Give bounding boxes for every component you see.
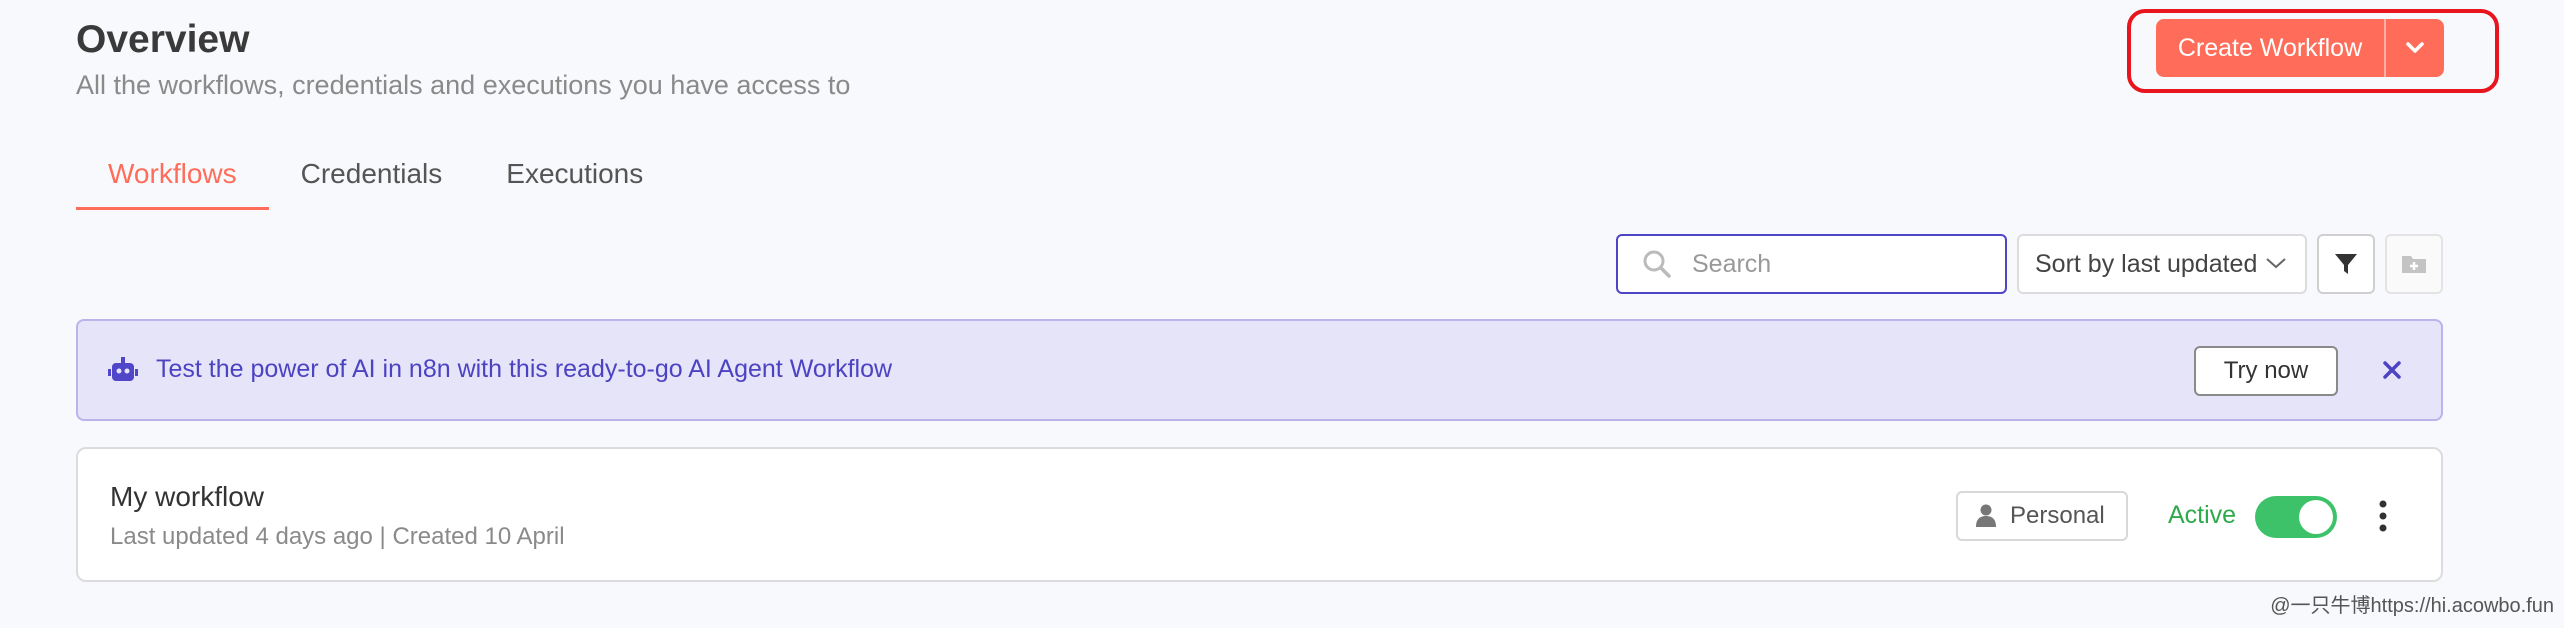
tab-workflows[interactable]: Workflows [76,150,269,210]
kebab-menu-icon[interactable] [2378,499,2388,533]
robot-icon [108,357,138,381]
workflow-meta: Last updated 4 days ago | Created 10 Apr… [110,523,565,550]
owner-badge: Personal [1956,491,2128,541]
search-icon [1643,250,1671,278]
search-input[interactable] [1692,249,1992,279]
overview-page: Overview All the workflows, credentials … [0,0,2564,628]
sort-select-value: Sort by last updated [2035,249,2258,278]
chevron-down-icon [2406,42,2424,53]
toggle-knob [2299,500,2333,534]
ai-agent-banner: Test the power of AI in n8n with this re… [76,319,2443,421]
tabs-bar: Workflows Credentials Executions [76,150,675,210]
page-subtitle: All the workflows, credentials and execu… [76,70,851,100]
tab-executions[interactable]: Executions [474,150,675,210]
chevron-down-icon [2266,258,2286,269]
watermark: @一只牛博https://hi.acowbo.fun [2270,595,2554,617]
active-status-label: Active [2168,501,2237,529]
workflow-name[interactable]: My workflow [110,481,264,513]
filter-button[interactable] [2317,234,2375,294]
try-now-button[interactable]: Try now [2194,346,2338,396]
page-title: Overview [76,18,250,61]
create-workflow-dropdown-button[interactable] [2384,19,2444,77]
close-icon[interactable] [2380,358,2404,382]
owner-badge-label: Personal [2010,502,2105,529]
workflow-card[interactable]: My workflow Last updated 4 days ago | Cr… [76,447,2443,582]
sort-select[interactable]: Sort by last updated [2017,234,2307,294]
filter-icon [2335,254,2357,274]
user-icon [1976,504,1996,527]
search-box [1616,234,2007,294]
active-toggle[interactable] [2255,496,2337,538]
banner-message: Test the power of AI in n8n with this re… [156,355,893,383]
folder-plus-icon [2402,256,2426,273]
tab-credentials[interactable]: Credentials [269,150,475,210]
new-folder-button[interactable] [2385,234,2443,294]
create-workflow-button[interactable]: Create Workflow [2156,19,2384,77]
